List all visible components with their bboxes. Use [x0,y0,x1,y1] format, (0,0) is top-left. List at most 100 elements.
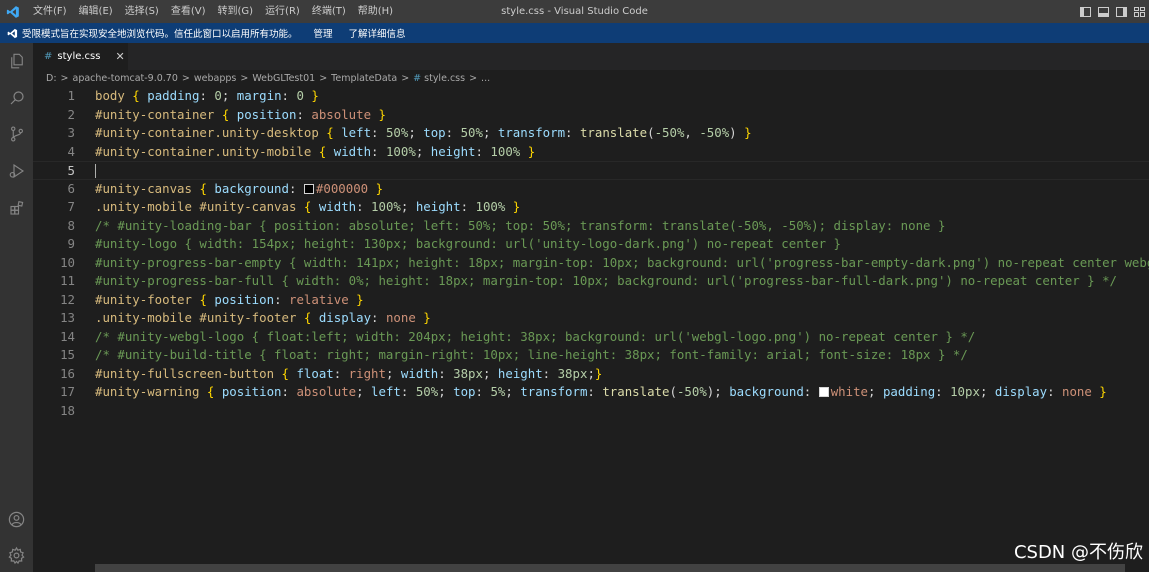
chevron-right-icon: > [401,72,410,84]
breadcrumb-item[interactable]: webapps [194,73,236,84]
menu-terminal[interactable]: 终端(T) [306,0,352,23]
code-line[interactable]: 17 #unity-warning { position: absolute; l… [33,383,1149,402]
menu-go[interactable]: 转到(G) [212,0,260,23]
banner-learn-more-link[interactable]: 了解详细信息 [349,26,406,40]
code-line[interactable]: 16 #unity-fullscreen-button { float: righ… [33,365,1149,384]
horizontal-scrollbar[interactable] [95,564,1125,572]
menu-view[interactable]: 查看(V) [165,0,212,23]
code-line[interactable]: 7 .unity-mobile #unity-canvas { width: 10… [33,198,1149,217]
source-control-icon[interactable] [0,116,33,152]
chevron-right-icon: > [469,72,478,84]
vscode-logo-icon [3,0,23,23]
line-number: 6 [67,180,75,196]
breadcrumb-item[interactable]: ... [481,73,490,84]
code-editor[interactable]: 1 body { padding: 0; margin: 0 } 2 #unity-c… [33,86,1149,564]
code-line[interactable]: 12 #unity-footer { position: relative } [33,291,1149,310]
code-line[interactable]: 13 .unity-mobile #unity-footer { display:… [33,309,1149,328]
close-icon[interactable]: ✕ [115,50,124,63]
line-number: 7 [67,199,75,214]
menu-selection[interactable]: 选择(S) [119,0,165,23]
menu-help[interactable]: 帮助(H) [352,0,399,23]
line-number: 8 [67,217,75,233]
breadcrumb-item[interactable]: D: [46,73,57,84]
explorer-icon[interactable] [0,43,33,79]
chevron-right-icon: > [60,72,69,84]
code-line[interactable]: 18 [33,402,1149,421]
code-line[interactable]: 9 #unity-logo { width: 154px; height: 130… [33,235,1149,254]
code-line[interactable]: 14 /* #unity-webgl-logo { float:left; wid… [33,328,1149,347]
code-line[interactable]: 4 #unity-container.unity-mobile { width: … [33,143,1149,162]
line-number: 3 [67,125,75,140]
line-number: 4 [67,143,75,159]
customize-layout-icon[interactable] [1134,6,1145,17]
toggle-panel-icon[interactable] [1098,6,1109,17]
chevron-right-icon: > [240,72,249,84]
css-file-icon: # [413,72,422,84]
code-line[interactable]: 15 /* #unity-build-title { float: right; … [33,346,1149,365]
code-text: #unity-footer { position: relative } [95,291,364,307]
menu-bar: 文件(F) 编辑(E) 选择(S) 查看(V) 转到(G) 运行(R) 终端(T… [27,0,399,23]
code-text: #unity-container { position: absolute } [95,106,386,122]
banner-manage-link[interactable]: 管理 [314,26,333,40]
code-text: /* #unity-loading-bar { position: absolu… [95,217,946,233]
tab-label: style.css [57,51,101,62]
code-line[interactable]: 2 #unity-container { position: absolute } [33,106,1149,125]
line-number: 17 [60,384,75,399]
code-text: /* #unity-build-title { float: right; ma… [95,347,968,362]
code-text: #unity-progress-bar-full { width: 0%; he… [95,273,1117,288]
breadcrumb: D: > apache-tomcat-9.0.70 > webapps > We… [46,70,490,86]
breadcrumb-item[interactable]: WebGLTest01 [252,73,315,84]
chevron-right-icon: > [319,72,328,84]
color-swatch[interactable] [303,183,314,194]
breadcrumb-item[interactable]: TemplateData [331,73,397,84]
line-number: 13 [60,310,75,325]
code-line[interactable]: 11 #unity-progress-bar-full { width: 0%; … [33,272,1149,291]
line-number: 18 [60,402,75,418]
code-text: .unity-mobile #unity-canvas { width: 100… [95,199,521,214]
search-icon[interactable] [0,80,33,116]
line-number: 1 [67,88,75,103]
line-number: 5 [67,163,75,178]
menu-edit[interactable]: 编辑(E) [73,0,119,23]
code-line[interactable]: 8 /* #unity-loading-bar { position: absol… [33,217,1149,236]
activity-bar [0,43,33,572]
restricted-mode-banner: 受限模式旨在实现安全地浏览代码。信任此窗口以启用所有功能。 管理 了解详细信息 [0,23,1149,43]
code-text: body { padding: 0; margin: 0 } [95,88,319,103]
run-debug-icon[interactable] [0,153,33,189]
text-cursor [95,164,96,178]
toggle-primary-sidebar-icon[interactable] [1080,6,1091,17]
code-line[interactable]: 10 #unity-progress-bar-empty { width: 141… [33,254,1149,273]
menu-file[interactable]: 文件(F) [27,0,73,23]
line-number: 15 [60,347,75,362]
code-text: #unity-fullscreen-button { float: right;… [95,365,603,381]
code-line[interactable]: 3 #unity-container.unity-desktop { left: … [33,124,1149,143]
code-line[interactable]: 1 body { padding: 0; margin: 0 } [33,87,1149,106]
tab-style-css[interactable]: # style.css ✕ [33,43,128,70]
code-line[interactable]: 6 #unity-canvas { background: #000000 } [33,180,1149,199]
title-bar: 文件(F) 编辑(E) 选择(S) 查看(V) 转到(G) 运行(R) 终端(T… [0,0,1149,23]
code-text: #unity-logo { width: 154px; height: 130p… [95,236,841,251]
banner-message: 受限模式旨在实现安全地浏览代码。信任此窗口以启用所有功能。 [22,29,298,40]
vscode-small-icon [4,23,20,43]
settings-gear-icon[interactable] [0,537,33,572]
breadcrumb-item[interactable]: apache-tomcat-9.0.70 [73,73,178,84]
line-number: 10 [60,254,75,270]
code-line[interactable]: 5 [33,161,1149,180]
line-number: 12 [60,291,75,307]
toggle-secondary-sidebar-icon[interactable] [1116,6,1127,17]
code-text: .unity-mobile #unity-footer { display: n… [95,310,431,325]
code-text: /* #unity-webgl-logo { float:left; width… [95,328,976,344]
code-text: #unity-progress-bar-empty { width: 141px… [95,254,1149,270]
color-swatch[interactable] [818,387,829,397]
css-file-icon: # [44,51,53,62]
watermark: CSDN @不伤欣 [1013,542,1143,563]
line-number: 9 [67,236,75,251]
extensions-icon[interactable] [0,190,33,226]
code-text: #unity-canvas { background: #000000 } [95,180,384,196]
line-number: 11 [60,273,75,288]
code-text: #unity-container.unity-mobile { width: 1… [95,143,536,159]
accounts-icon[interactable] [0,501,33,537]
breadcrumb-item[interactable]: style.css [424,73,465,84]
code-text: #unity-warning { position: absolute; lef… [95,384,1107,399]
menu-run[interactable]: 运行(R) [259,0,306,23]
